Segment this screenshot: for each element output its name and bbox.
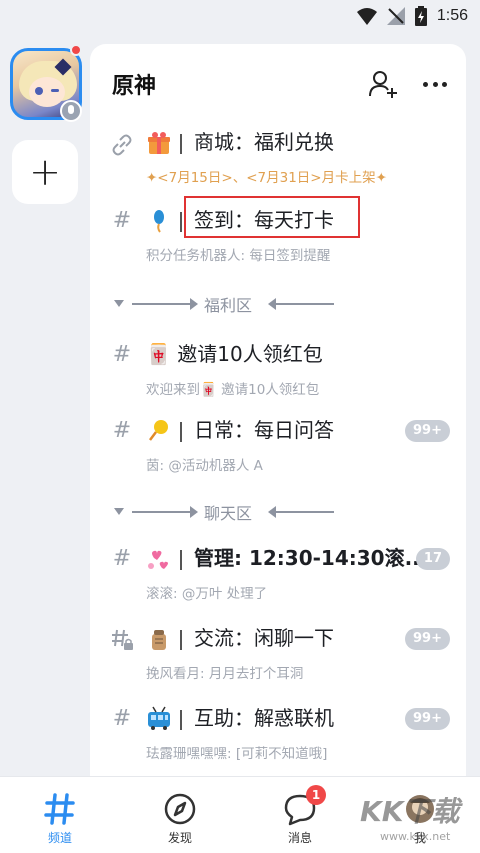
channel-item[interactable]: # 日常：每日问答 99+ 茵: @活动机器人 A (90, 412, 466, 486)
panel-header: 原神 (90, 44, 466, 120)
unread-badge: 17 (415, 548, 450, 570)
watermark-text: KK下载 (360, 795, 460, 828)
category-header[interactable]: 聊天区 (90, 500, 466, 524)
collapse-arrow-icon (114, 508, 124, 515)
tab-channels[interactable]: 频道 (12, 777, 108, 853)
status-time: 1:56 (436, 7, 468, 24)
guild-title: 原神 (112, 74, 157, 99)
channel-preview: 积分任务机器人: 每日签到提醒 (146, 248, 331, 264)
channel-item[interactable]: # 互助：解惑联机 99+ 珐露珊嘿嘿嘿: [可莉不知道哦] (90, 700, 466, 774)
tab-label: 频道 (47, 831, 72, 845)
hash-icon (44, 793, 75, 825)
channel-preview: 欢迎来到🀄 邀请10人领红包 (146, 382, 320, 398)
trolleybus-icon (148, 706, 170, 730)
channel-name: 互助：解惑联机 (194, 706, 334, 730)
hash-icon: # (112, 706, 132, 731)
category-name: 聊天区 (204, 504, 253, 523)
channel-preview: 挽风看月: 月月去打个耳洞 (146, 666, 304, 682)
channel-panel: 原神 商城：福利兑换 ✦<7月15日>、<7月31日>月卡上架✦ # 签到：每天… (90, 44, 466, 784)
channel-item[interactable]: # 🀄 邀请10人领红包 欢迎来到🀄 邀请10人领红包 (90, 336, 466, 410)
voice-icon (60, 100, 82, 122)
channel-preview: 滚滚: @万叶 处理了 (146, 586, 268, 602)
tab-label: 发现 (167, 831, 192, 845)
unread-badge: 99+ (405, 708, 450, 730)
channel-name: 🀄 邀请10人领红包 (146, 342, 323, 366)
status-icons: 1:56 (356, 6, 468, 26)
unread-badge: 99+ (405, 628, 450, 650)
channel-item[interactable]: 交流：闲聊一下 99+ 挽风看月: 月月去打个耳洞 (90, 620, 466, 694)
hash-icon: # (112, 418, 132, 443)
balloon-icon (154, 210, 164, 233)
channel-preview: 珐露珊嘿嘿嘿: [可莉不知道哦] (146, 746, 328, 762)
watermark-logo: KK下载 www.kkx.net (360, 790, 480, 850)
add-member-icon[interactable] (368, 70, 398, 98)
tab-label: 消息 (287, 831, 312, 845)
channel-name: 管理: 12:30-14:30滚... (194, 546, 428, 570)
channel-item[interactable]: 商城：福利兑换 ✦<7月15日>、<7月31日>月卡上架✦ (90, 124, 466, 198)
link-icon (112, 134, 132, 156)
category-header[interactable]: 福利区 (90, 292, 466, 316)
wifi-icon (356, 8, 377, 25)
locked-hash-icon (112, 629, 133, 650)
gift-icon (148, 132, 170, 154)
category-name: 福利区 (204, 296, 253, 315)
unread-badge: 99+ (405, 420, 450, 442)
highlight-annotation (184, 196, 360, 238)
compass-icon (164, 793, 196, 825)
channel-preview: 茵: @活动机器人 A (146, 458, 263, 474)
channel-preview: ✦<7月15日>、<7月31日>月卡上架✦ (146, 170, 387, 186)
hash-icon: # (112, 546, 132, 571)
battery-charging-icon (414, 6, 427, 26)
hash-icon: # (112, 342, 132, 367)
tea-cup-icon (152, 630, 166, 650)
channel-item[interactable]: # 管理: 12:30-14:30滚... 17 滚滚: @万叶 处理了 (90, 540, 466, 614)
no-signal-icon (386, 7, 405, 25)
hash-icon: # (112, 208, 132, 233)
add-guild-button[interactable]: + (12, 140, 78, 204)
lollipop-icon (149, 420, 168, 441)
status-bar: 1:56 (0, 0, 480, 34)
messages-badge: 1 (306, 785, 326, 805)
more-options-icon[interactable] (420, 70, 450, 98)
tab-messages[interactable]: 1 消息 (252, 777, 348, 853)
watermark-url: www.kkx.net (380, 830, 451, 843)
guild-unread-dot (70, 44, 82, 56)
channel-name: 交流：闲聊一下 (194, 626, 334, 650)
tab-discover[interactable]: 发现 (132, 777, 228, 853)
collapse-arrow-icon (114, 300, 124, 307)
channel-name: 日常：每日问答 (194, 418, 334, 442)
channel-name: 商城：福利兑换 (194, 130, 334, 154)
hearts-icon (148, 550, 168, 569)
